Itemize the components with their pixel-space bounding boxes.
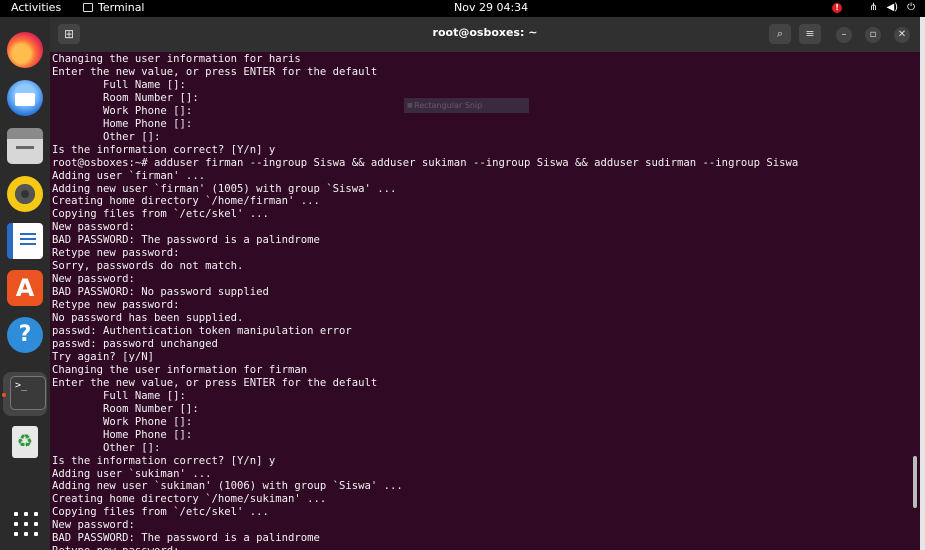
terminal-line: Full Name []:: [52, 78, 186, 91]
terminal-line: Is the information correct? [Y/n] y: [52, 143, 276, 156]
terminal-line: Sorry, passwords do not match.: [52, 260, 244, 273]
trash-icon[interactable]: ♻: [12, 426, 38, 458]
network-icon[interactable]: ⋔: [869, 2, 877, 13]
terminal-app-icon[interactable]: >_: [10, 376, 46, 410]
close-icon[interactable]: ✕: [894, 27, 910, 43]
terminal-line: New password:: [52, 221, 135, 234]
dock: A ? >_ ♻: [0, 17, 50, 550]
terminal-line: Home Phone []:: [52, 117, 193, 130]
top-bar: Activities Terminal Nov 29 04:34 ! ⋔ ◀) …: [0, 0, 925, 17]
rhythmbox-icon[interactable]: [7, 176, 43, 212]
alert-icon[interactable]: !: [832, 2, 843, 13]
terminal-line: passwd: password unchanged: [52, 337, 218, 350]
help-icon[interactable]: ?: [7, 317, 43, 353]
terminal-line: root@osboxes:~# adduser firman --ingroup…: [52, 156, 799, 169]
libreoffice-writer-icon[interactable]: [7, 223, 43, 259]
terminal-output: Changing the user information for haris …: [52, 53, 798, 550]
snip-tooltip: Rectangular Snip: [404, 98, 529, 113]
window-edge: [920, 17, 925, 550]
terminal-line: BAD PASSWORD: The password is a palindro…: [52, 234, 320, 247]
maximize-icon[interactable]: ▫: [865, 27, 881, 43]
app-menu[interactable]: Terminal: [83, 1, 145, 14]
terminal-line: Retype new password:: [52, 545, 180, 550]
terminal-line: Enter the new value, or press ENTER for …: [52, 65, 378, 78]
terminal-line: Copying files from `/etc/skel' ...: [52, 208, 269, 221]
terminal-line: Adding user `sukiman' ...: [52, 467, 212, 480]
activities-button[interactable]: Activities: [11, 1, 61, 14]
terminal-line: Other []:: [52, 441, 161, 454]
terminal-line: Try again? [y/N]: [52, 350, 155, 363]
terminal-line: Full Name []:: [52, 389, 186, 402]
app-center-icon[interactable]: A: [7, 270, 43, 306]
terminal-line: passwd: Authentication token manipulatio…: [52, 325, 352, 338]
terminal-line: Enter the new value, or press ENTER for …: [52, 376, 378, 389]
terminal-line: Changing the user information for firman: [52, 363, 308, 376]
app-name: Terminal: [98, 1, 145, 14]
terminal-line: Adding new user `firman' (1005) with gro…: [52, 182, 397, 195]
terminal-line: Other []:: [52, 130, 161, 143]
terminal-line: Changing the user information for haris: [52, 53, 301, 65]
minimize-icon[interactable]: –: [836, 27, 852, 43]
volume-icon[interactable]: ◀): [886, 2, 898, 13]
terminal-line: Retype new password:: [52, 247, 180, 260]
terminal-line: Room Number []:: [52, 402, 199, 415]
clock[interactable]: Nov 29 04:34: [454, 1, 528, 14]
terminal-line: Adding new user `sukiman' (1006) with gr…: [52, 480, 403, 493]
search-icon[interactable]: ⌕: [769, 24, 791, 44]
running-indicator: [2, 393, 6, 397]
terminal-line: No password has been supplied.: [52, 312, 244, 325]
files-icon[interactable]: [7, 128, 43, 164]
scrollbar-thumb[interactable]: [913, 456, 917, 508]
terminal-line: Adding user `firman' ...: [52, 169, 206, 182]
system-tray[interactable]: ! ⋔ ◀) ⏻: [832, 2, 915, 13]
terminal-output-area[interactable]: Changing the user information for haris …: [50, 52, 920, 550]
menu-icon[interactable]: ≡: [799, 24, 821, 44]
terminal-line: New password:: [52, 519, 135, 532]
terminal-headerbar: ⊞ root@osboxes: ~ ⌕ ≡ – ▫ ✕: [50, 17, 920, 52]
power-icon[interactable]: ⏻: [907, 2, 915, 13]
terminal-line: BAD PASSWORD: No password supplied: [52, 286, 269, 299]
terminal-line: Creating home directory `/home/firman' .…: [52, 195, 320, 208]
terminal-line: Work Phone []:: [52, 415, 193, 428]
terminal-line: Copying files from `/etc/skel' ...: [52, 506, 269, 519]
terminal-icon: [83, 3, 93, 12]
terminal-line: Is the information correct? [Y/n] y: [52, 454, 276, 467]
terminal-line: BAD PASSWORD: The password is a palindro…: [52, 532, 320, 545]
show-apps-icon[interactable]: [14, 512, 38, 536]
terminal-line: New password:: [52, 273, 135, 286]
firefox-icon[interactable]: [7, 32, 43, 68]
dock-terminal-slot[interactable]: >_: [3, 372, 47, 416]
thunderbird-icon[interactable]: [7, 80, 43, 116]
terminal-line: Retype new password:: [52, 299, 180, 312]
terminal-line: Work Phone []:: [52, 104, 193, 117]
terminal-line: Home Phone []:: [52, 428, 193, 441]
terminal-line: Room Number []:: [52, 91, 199, 104]
terminal-line: Creating home directory `/home/sukiman' …: [52, 493, 327, 506]
